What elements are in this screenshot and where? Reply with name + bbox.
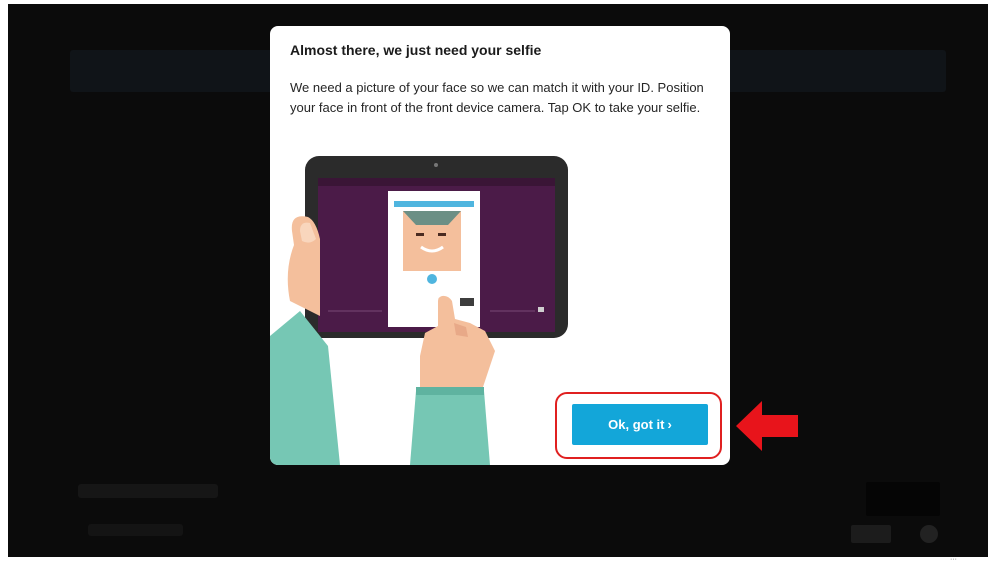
- background-small-button: [851, 525, 891, 543]
- red-arrow-left-icon: [736, 401, 798, 451]
- ok-button-label: Ok, got it: [608, 417, 665, 432]
- chevron-right-icon: ›: [667, 417, 672, 432]
- dialog-title: Almost there, we just need your selfie: [290, 42, 542, 58]
- ok-got-it-button[interactable]: Ok, got it ›: [572, 404, 708, 445]
- background-placeholder-text: [88, 524, 183, 536]
- dialog-body: We need a picture of your face so we can…: [290, 80, 704, 115]
- selfie-dialog: Almost there, we just need your selfie W…: [270, 26, 730, 465]
- background-placeholder-text: [78, 484, 218, 498]
- background-circle-icon: [920, 525, 938, 543]
- background-button: [866, 482, 940, 516]
- corner-mark: ···: [950, 556, 957, 563]
